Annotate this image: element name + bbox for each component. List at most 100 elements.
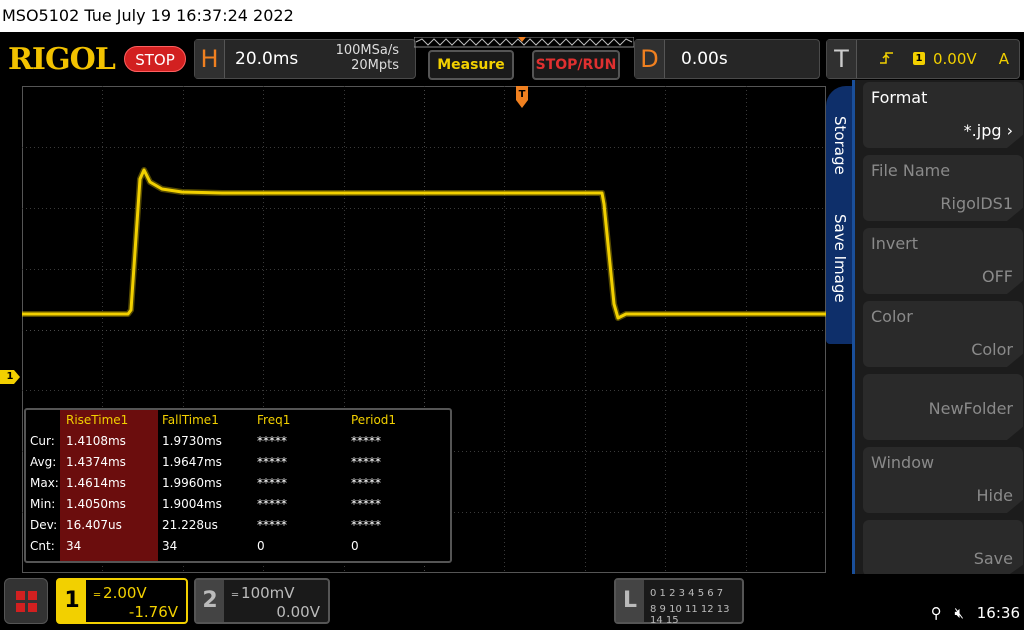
rigol-logo: RIGOL <box>8 42 116 77</box>
ch1-number: 1 <box>58 580 86 622</box>
meas-value: ***** <box>257 476 287 490</box>
menu-item-invert[interactable]: Invert OFF <box>863 228 1023 294</box>
horizontal-label: H <box>195 40 225 78</box>
meas-column-falltime[interactable]: FallTime1 1.9730ms 1.9647ms 1.9960ms 1.9… <box>162 410 256 561</box>
meas-column-header: FallTime1 <box>162 413 219 427</box>
meas-value: 21.228us <box>162 518 218 532</box>
top-toolbar: RIGOL STOP H 20.0ms 100MSa/s 20Mpts Meas… <box>0 34 1024 86</box>
memory-position-indicator <box>414 37 634 48</box>
menu-item-label: Format <box>871 88 928 107</box>
delay-label: D <box>635 40 665 78</box>
menu-item-new-folder[interactable]: NewFolder <box>863 374 1023 440</box>
meas-value: 1.9647ms <box>162 455 222 469</box>
meas-value: ***** <box>351 518 381 532</box>
trigger-box[interactable]: T 1 0.00V A <box>826 39 1020 79</box>
meas-value: 1.9960ms <box>162 476 222 490</box>
meas-column-risetime[interactable]: RiseTime1 1.4108ms 1.4374ms 1.4614ms 1.4… <box>60 410 158 561</box>
tab-storage[interactable]: Storage <box>831 116 849 175</box>
stop-run-button[interactable]: STOP/RUN <box>532 50 620 80</box>
meas-value: ***** <box>257 497 287 511</box>
chevron-right-icon: › <box>1001 121 1013 140</box>
meas-value: ***** <box>351 455 381 469</box>
meas-column-header: Period1 <box>351 413 397 427</box>
meas-value: 1.4614ms <box>66 476 126 490</box>
meas-column-header: RiseTime1 <box>66 413 129 427</box>
memory-depth: 20Mpts <box>351 58 399 73</box>
trigger-position-marker[interactable]: T <box>516 86 528 108</box>
menu-item-value: NewFolder <box>928 399 1013 418</box>
delay-value: 0.00s <box>681 49 728 69</box>
meas-column-freq[interactable]: Freq1 ***** ***** ***** ***** ***** 0 <box>257 410 351 561</box>
trigger-mode: A <box>998 50 1009 68</box>
menu-item-value: Color <box>971 340 1013 359</box>
horizontal-timebase-box[interactable]: H 20.0ms 100MSa/s 20Mpts <box>194 39 416 79</box>
meas-value: ***** <box>351 497 381 511</box>
ch2-scale: ═ 100mV <box>232 584 295 602</box>
menu-item-label: Color <box>871 307 913 326</box>
meas-value: 16.407us <box>66 518 122 532</box>
menu-item-label: Window <box>871 453 935 472</box>
status-area: ⚲ 🔇︎ 16:36 <box>923 604 1020 622</box>
bottom-bar: 1 ═ 2.00V -1.76V 2 ═ 100mV 0.00V L 0 1 2 3… <box>0 574 1024 630</box>
trigger-source: 1 <box>913 52 925 65</box>
logic-analyzer-box[interactable]: L 0 1 2 3 4 5 6 7 8 9 10 11 12 13 14 15 <box>614 578 744 626</box>
logic-channels-low: 0 1 2 3 4 5 6 7 <box>650 588 724 599</box>
dc-coupling-icon: ═ <box>94 590 100 601</box>
menu-item-color[interactable]: Color Color <box>863 301 1023 367</box>
dc-coupling-icon: ═ <box>232 590 238 601</box>
menu-item-value: *.jpg › <box>963 121 1013 140</box>
softkey-menu: Format *.jpg › File Name RigolDS1 Invert… <box>852 80 1024 578</box>
menu-item-label: File Name <box>871 161 951 180</box>
ch1-settings-box[interactable]: 1 ═ 2.00V -1.76V <box>56 578 188 624</box>
logic-label: L <box>616 580 644 622</box>
meas-column-header: Freq1 <box>257 413 291 427</box>
ch1-offset: -1.76V <box>128 603 178 621</box>
meas-column-period[interactable]: Period1 ***** ***** ***** ***** ***** 0 <box>351 410 445 561</box>
menu-item-value: OFF <box>982 267 1013 286</box>
usb-icon: ⚲ <box>930 604 942 622</box>
meas-value: 1.4050ms <box>66 497 126 511</box>
menu-item-file-name[interactable]: File Name RigolDS1 <box>863 155 1023 221</box>
run-state-badge: STOP <box>124 46 186 72</box>
meas-value: 1.4374ms <box>66 455 126 469</box>
ch1-waveform <box>22 168 826 320</box>
tab-save-image[interactable]: Save Image <box>831 214 849 303</box>
sample-info: 100MSa/s 20Mpts <box>336 43 399 73</box>
meas-value: 0 <box>351 539 359 553</box>
menu-item-save[interactable]: Save <box>863 520 1023 576</box>
mute-icon[interactable]: 🔇︎ <box>955 604 964 622</box>
menu-item-label: Invert <box>871 234 919 253</box>
ch1-scale: ═ 2.00V <box>94 584 147 602</box>
timebase-value: 20.0ms <box>235 49 299 69</box>
meas-value: ***** <box>257 455 287 469</box>
meas-value: ***** <box>257 434 287 448</box>
menu-item-value: Hide <box>976 486 1013 505</box>
home-menu-icon[interactable] <box>4 578 48 624</box>
meas-value: 34 <box>66 539 82 553</box>
sample-rate: 100MSa/s <box>335 43 399 58</box>
meas-value: ***** <box>257 518 287 532</box>
measure-button[interactable]: Measure <box>428 50 514 80</box>
menu-item-window[interactable]: Window Hide <box>863 447 1023 513</box>
rising-edge-icon <box>879 50 895 70</box>
delay-box[interactable]: D 0.00s <box>634 39 820 79</box>
measurement-table: Cur: Avg: Max: Min: Dev: Cnt: RiseTime1 … <box>24 408 452 563</box>
trigger-level: 0.00V <box>933 50 977 68</box>
menu-item-value: RigolDS1 <box>940 194 1013 213</box>
meas-value: 1.9730ms <box>162 434 222 448</box>
meas-value: 34 <box>162 539 178 553</box>
window-title: MSO5102 Tue July 19 16:37:24 2022 <box>0 0 1024 32</box>
meas-value: ***** <box>351 434 381 448</box>
meas-value: 0 <box>257 539 265 553</box>
clock: 16:36 <box>976 604 1020 622</box>
ch2-settings-box[interactable]: 2 ═ 100mV 0.00V <box>194 578 330 624</box>
ch1-ground-marker[interactable]: 1 <box>0 370 20 384</box>
svg-text:T: T <box>519 89 526 100</box>
ch2-number: 2 <box>196 580 224 622</box>
meas-value: 1.9004ms <box>162 497 222 511</box>
meas-value: ***** <box>351 476 381 490</box>
menu-item-format[interactable]: Format *.jpg › <box>863 82 1023 148</box>
trigger-label: T <box>827 40 857 78</box>
meas-value: 1.4108ms <box>66 434 126 448</box>
ch2-offset: 0.00V <box>276 603 320 621</box>
